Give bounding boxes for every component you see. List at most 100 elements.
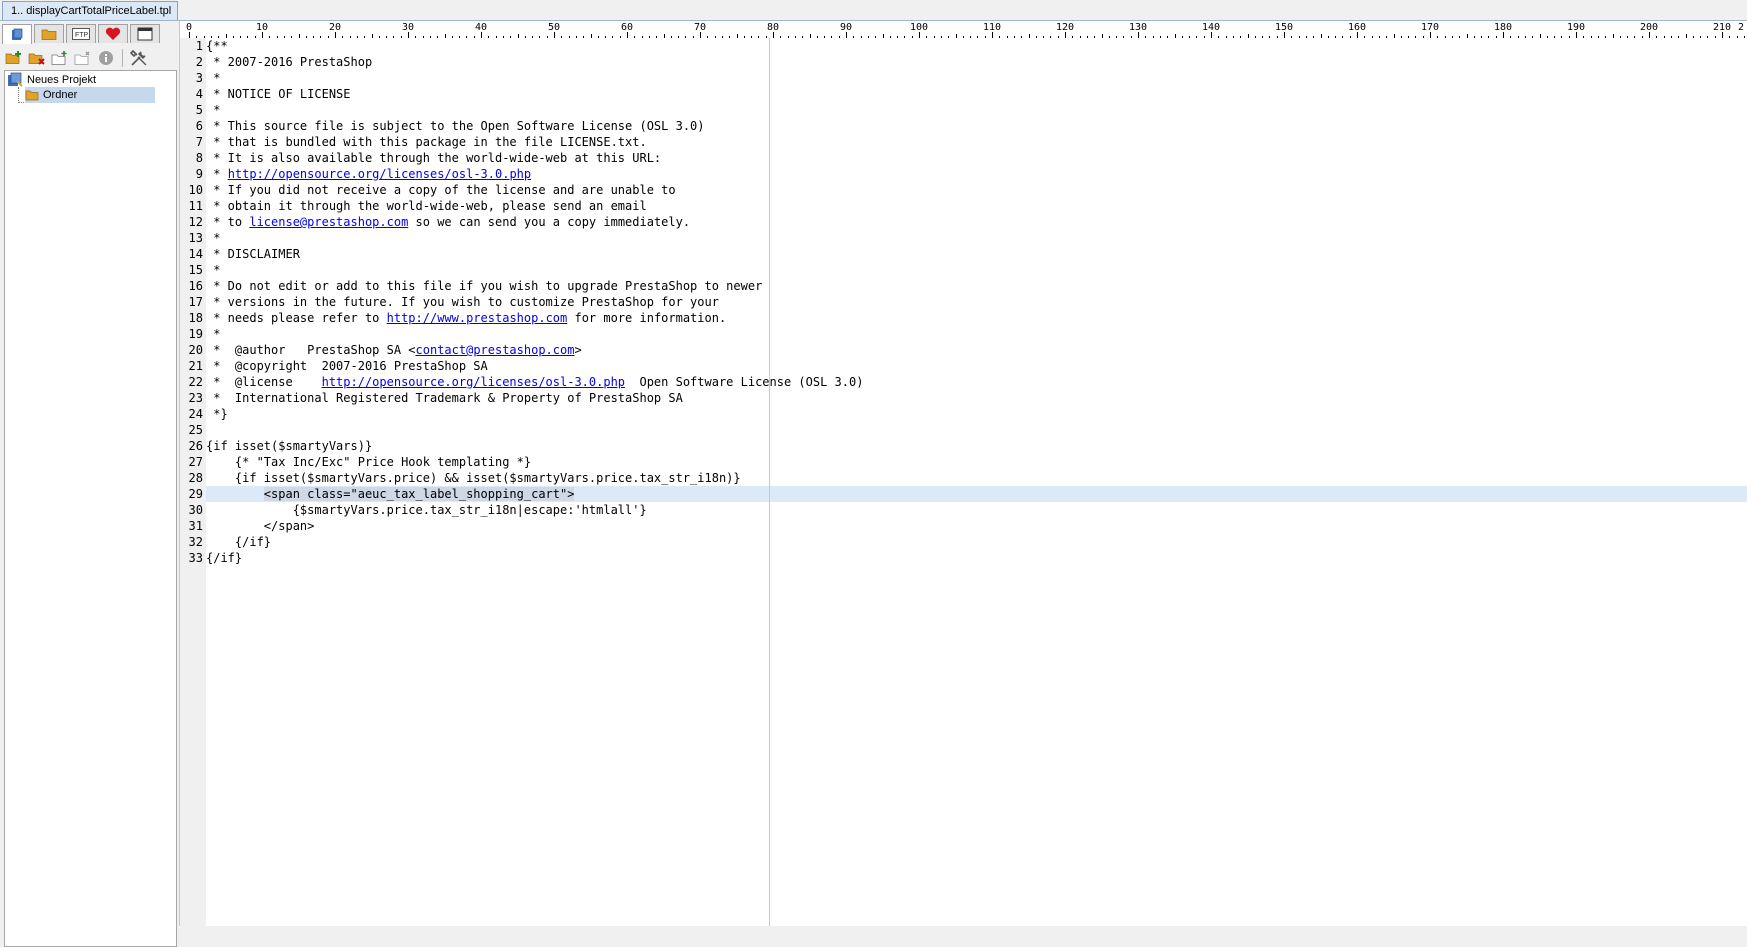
code-line[interactable]: * DISCLAIMER <box>206 246 1747 262</box>
code-line[interactable]: {/if} <box>206 534 1747 550</box>
line-number: 24 <box>188 407 203 421</box>
project-tab[interactable] <box>2 24 32 44</box>
code-text: * <box>206 103 221 117</box>
code-text: {if isset($smartyVars.price) && isset($s… <box>206 471 741 485</box>
line-number-gutter: 1 2 3 4 5 6 7 8 9 10 11 12 13 14 15 16 17 18 19 20 21 22 23 24 2… <box>180 38 206 926</box>
code-text: * @license <box>206 375 322 389</box>
project-tree: Neues Projekt Ordner <box>4 70 177 947</box>
code-text: * needs please refer to <box>206 311 387 325</box>
line-number: 16 <box>188 279 203 293</box>
line-number: 29 <box>188 487 203 501</box>
explorer-tab[interactable] <box>34 24 64 43</box>
code-text: {** <box>206 39 228 53</box>
code-line[interactable]: {/if} <box>206 550 1747 566</box>
ruler-label: 120 <box>1056 22 1075 33</box>
new-folder-icon <box>51 51 67 65</box>
windows-tab[interactable] <box>130 24 160 43</box>
code-text: * <box>206 263 221 277</box>
file-tab[interactable]: 1.. displayCartTotalPriceLabel.tpl <box>2 1 179 20</box>
line-number: 32 <box>188 535 203 549</box>
ruler-label: 80 <box>767 22 780 33</box>
code-text: > <box>574 343 582 357</box>
code-link[interactable]: license@prestashop.com <box>249 215 408 229</box>
code-line[interactable]: * that is bundled with this package in t… <box>206 134 1747 150</box>
code-text: * If you did not receive a copy of the l… <box>206 183 676 197</box>
code-line[interactable]: * obtain it through the world-wide-web, … <box>206 198 1747 214</box>
code-line[interactable]: <span class="aeuc_tax_label_shopping_car… <box>206 486 1747 502</box>
code-editor[interactable]: {** * 2007-2016 PrestaShop * * NOTICE OF… <box>206 38 1747 926</box>
line-number: 2 <box>195 55 203 69</box>
code-link[interactable]: http://opensource.org/licenses/osl-3.0.p… <box>228 167 531 181</box>
code-line[interactable]: * <box>206 230 1747 246</box>
line-number: 25 <box>188 423 203 437</box>
tree-item-folder[interactable]: Ordner <box>25 87 155 103</box>
code-line[interactable]: * http://opensource.org/licenses/osl-3.0… <box>206 166 1747 182</box>
add-folder-button[interactable] <box>4 48 24 68</box>
ruler-label: 110 <box>983 22 1002 33</box>
code-line[interactable]: {if isset($smartyVars.price) && isset($s… <box>206 470 1747 486</box>
folder-icon <box>25 90 39 101</box>
code-line[interactable]: * <box>206 262 1747 278</box>
info-button[interactable] <box>96 48 116 68</box>
code-line[interactable]: * This source file is subject to the Ope… <box>206 118 1747 134</box>
ruler-label: 200 <box>1640 22 1659 33</box>
code-text: {$smartyVars.price.tax_str_i18n|escape:'… <box>206 503 647 517</box>
line-number: 11 <box>188 199 203 213</box>
code-link[interactable]: http://www.prestashop.com <box>387 311 568 325</box>
code-link[interactable]: http://opensource.org/licenses/osl-3.0.p… <box>322 375 625 389</box>
ruler-label: 130 <box>1129 22 1148 33</box>
ftp-tab[interactable]: FTP <box>66 24 96 43</box>
code-line[interactable]: * @copyright 2007-2016 PrestaShop SA <box>206 358 1747 374</box>
panel-toolbar <box>4 48 152 68</box>
code-line[interactable]: * <box>206 102 1747 118</box>
code-line[interactable]: * @license http://opensource.org/license… <box>206 374 1747 390</box>
line-number: 12 <box>188 215 203 229</box>
code-line[interactable] <box>206 422 1747 438</box>
settings-icon <box>130 49 147 66</box>
code-text: * @copyright 2007-2016 PrestaShop SA <box>206 359 488 373</box>
remove-folder-button[interactable] <box>27 48 47 68</box>
line-number: 26 <box>188 439 203 453</box>
code-line[interactable]: * If you did not receive a copy of the l… <box>206 182 1747 198</box>
code-line[interactable]: * Do not edit or add to this file if you… <box>206 278 1747 294</box>
line-number: 30 <box>188 503 203 517</box>
tree-item-project[interactable]: Neues Projekt <box>7 72 96 88</box>
ruler-label: 90 <box>840 22 853 33</box>
code-line[interactable]: {if isset($smartyVars)} <box>206 438 1747 454</box>
code-text: * obtain it through the world-wide-web, … <box>206 199 647 213</box>
favorites-tab[interactable] <box>98 24 128 43</box>
code-line[interactable]: *} <box>206 406 1747 422</box>
line-number: 4 <box>195 87 203 101</box>
code-line[interactable]: {$smartyVars.price.tax_str_i18n|escape:'… <box>206 502 1747 518</box>
line-number: 20 <box>188 343 203 357</box>
code-text: {* "Tax Inc/Exc" Price Hook templating *… <box>206 455 532 469</box>
panel-tabs: FTP <box>2 24 162 44</box>
code-line[interactable]: * to license@prestashop.com so we can se… <box>206 214 1747 230</box>
code-line[interactable]: * versions in the future. If you wish to… <box>206 294 1747 310</box>
code-line[interactable]: * NOTICE OF LICENSE <box>206 86 1747 102</box>
line-number: 10 <box>188 183 203 197</box>
code-text: * Do not edit or add to this file if you… <box>206 279 763 293</box>
heart-icon <box>105 27 121 40</box>
folder-icon <box>41 29 57 40</box>
ruler-label: 10 <box>256 22 269 33</box>
code-line[interactable]: {* "Tax Inc/Exc" Price Hook templating *… <box>206 454 1747 470</box>
code-line[interactable]: </span> <box>206 518 1747 534</box>
code-line[interactable]: * <box>206 70 1747 86</box>
project-icon <box>12 28 23 40</box>
code-line[interactable]: * International Registered Trademark & P… <box>206 390 1747 406</box>
code-link[interactable]: contact@prestashop.com <box>416 343 575 357</box>
code-line[interactable]: {** <box>206 38 1747 54</box>
new-folder-button[interactable] <box>50 48 70 68</box>
code-text: * NOTICE OF LICENSE <box>206 87 351 101</box>
code-line[interactable]: * <box>206 326 1747 342</box>
code-line[interactable]: * @author PrestaShop SA <contact@prestas… <box>206 342 1747 358</box>
code-text: * that is bundled with this package in t… <box>206 135 647 149</box>
ruler-label: 190 <box>1567 22 1586 33</box>
code-line[interactable]: * needs please refer to http://www.prest… <box>206 310 1747 326</box>
settings-button[interactable] <box>129 48 149 68</box>
code-line[interactable]: * 2007-2016 PrestaShop <box>206 54 1747 70</box>
code-line[interactable]: * It is also available through the world… <box>206 150 1747 166</box>
delete-folder-button[interactable] <box>73 48 93 68</box>
line-number: 8 <box>195 151 203 165</box>
